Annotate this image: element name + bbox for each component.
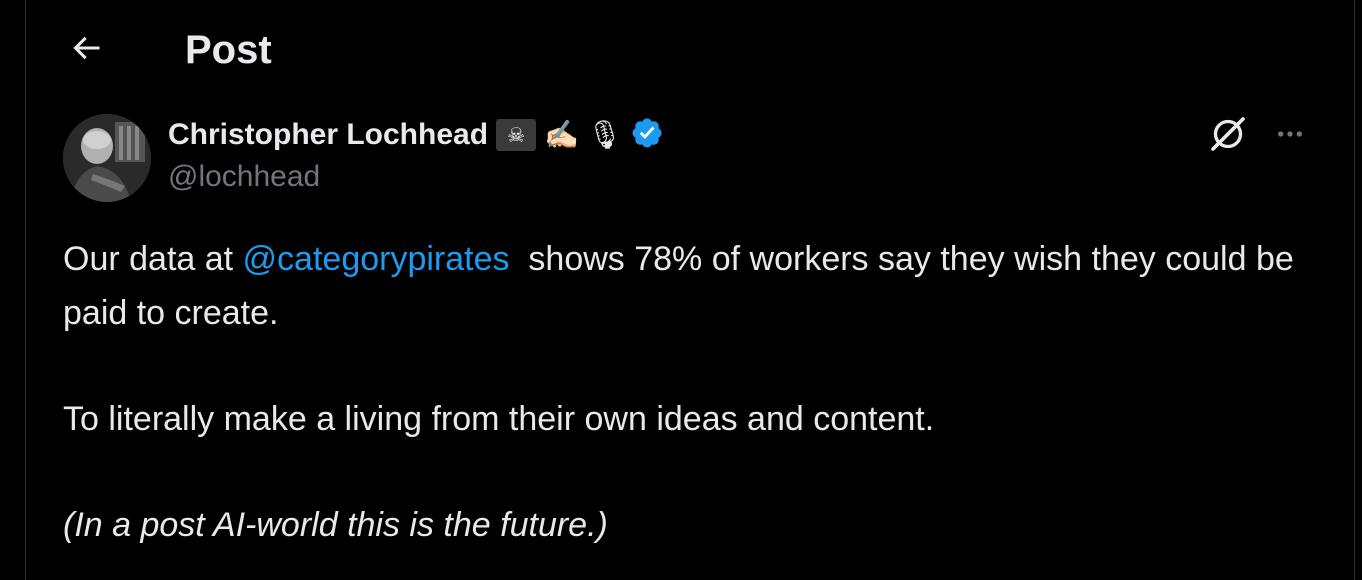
author-name-row: Christopher Lochhead ☠ ✍🏻 🎙 <box>168 114 664 156</box>
grok-button[interactable] <box>1204 112 1252 160</box>
mention-link[interactable]: @categorypirates <box>243 240 510 278</box>
avatar[interactable] <box>63 114 151 202</box>
tweet-text-segment: Our data at <box>63 240 243 278</box>
author-display-name[interactable]: Christopher Lochhead <box>168 118 488 152</box>
pirate-flag-emoji: ☠ <box>496 119 537 151</box>
verified-badge-icon[interactable] <box>630 116 664 155</box>
tweet-paragraph-3: (In a post AI-world this is the future.) <box>63 506 608 544</box>
more-options-button[interactable] <box>1266 112 1314 160</box>
tweet-paragraph-2: To literally make a living from their ow… <box>63 400 935 438</box>
post-header: Post <box>26 0 1354 100</box>
pirate-flag-glyph: ☠ <box>507 124 525 147</box>
tweet-paragraph-1: Our data at @categorypirates shows 78% o… <box>63 232 1323 340</box>
page-title: Post <box>185 28 272 72</box>
writing-hand-emoji: ✍🏻 <box>544 119 579 150</box>
microphone-emoji: 🎙 <box>586 119 623 150</box>
author-handle[interactable]: @lochhead <box>168 160 320 194</box>
back-button[interactable] <box>62 26 110 74</box>
post-column: Post Christopher Lochhead ☠ ✍🏻 🎙 @lochhe… <box>25 0 1355 580</box>
grok-icon <box>1208 114 1248 159</box>
more-horizontal-icon <box>1274 118 1306 155</box>
arrow-left-icon <box>68 30 104 71</box>
tweet-text: Our data at @categorypirates shows 78% o… <box>63 232 1323 552</box>
